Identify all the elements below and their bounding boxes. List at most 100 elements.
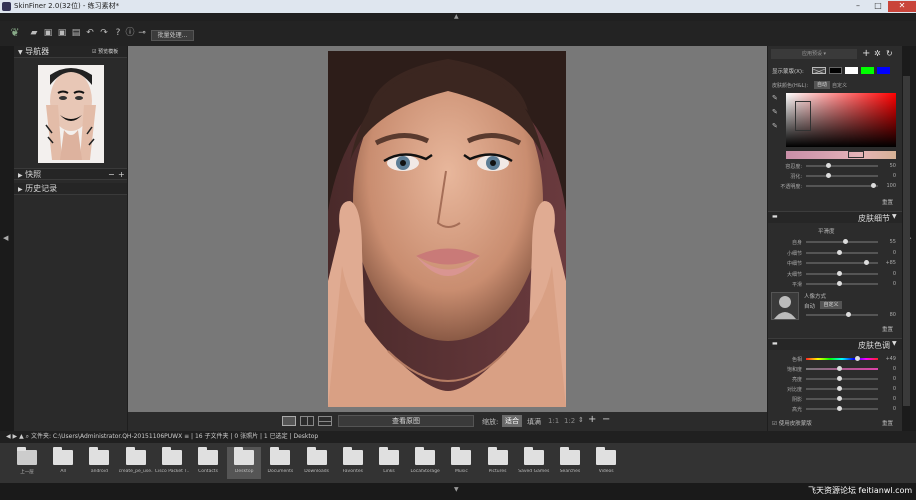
color-slider-track[interactable] xyxy=(806,173,878,178)
forward-icon[interactable]: ▶ xyxy=(13,433,18,440)
portrait-auto-button[interactable]: 自动 xyxy=(804,302,815,310)
mask-blue-swatch[interactable] xyxy=(877,67,890,74)
detail-slider-knob[interactable] xyxy=(836,270,842,276)
ratio-stepper-icon[interactable]: ⇕ xyxy=(578,416,584,424)
menu-icon[interactable]: ▬ xyxy=(772,213,778,220)
portrait-slider-track[interactable] xyxy=(806,312,878,317)
reset-detail-button[interactable]: 重置 xyxy=(882,325,893,333)
folder-up-item[interactable]: 上一层 xyxy=(10,447,44,479)
tone-slider-knob[interactable] xyxy=(836,376,842,381)
detail-slider-track[interactable] xyxy=(806,239,878,244)
zoom-1to1-button[interactable]: 1:1 xyxy=(548,417,559,425)
collapse-section-icon[interactable]: ▼ xyxy=(892,340,897,347)
info-icon[interactable]: ⓘ xyxy=(124,27,136,39)
save-as-icon[interactable]: ▣ xyxy=(56,27,68,39)
folder-item[interactable]: android xyxy=(82,447,116,479)
tone-slider-track[interactable] xyxy=(806,386,878,391)
eyedropper-remove-icon[interactable]: ✎ xyxy=(772,122,778,130)
export-icon[interactable]: ▤ xyxy=(70,27,82,39)
detail-slider-knob[interactable] xyxy=(836,249,842,255)
right-scrollbar[interactable] xyxy=(903,76,910,406)
image-canvas[interactable] xyxy=(128,46,767,412)
folder-item[interactable]: Links xyxy=(372,447,406,479)
path-value[interactable]: C:\Users\Administrator.QH-20151106PUWX ≡… xyxy=(53,433,318,440)
folder-item[interactable]: Contacts xyxy=(191,447,225,479)
tone-slider-track[interactable] xyxy=(806,406,878,411)
portrait-custom-button[interactable]: 自定义 xyxy=(820,301,842,309)
folder-item[interactable]: Videos xyxy=(589,447,623,479)
navigator-thumbnail[interactable] xyxy=(38,65,104,163)
undo-icon[interactable]: ↶ xyxy=(84,27,96,39)
batch-process-button[interactable]: 批量处理... xyxy=(151,30,194,41)
horizontal-split-button[interactable] xyxy=(318,416,332,426)
single-view-button[interactable] xyxy=(282,416,296,426)
add-preset-icon[interactable]: + xyxy=(862,48,870,59)
folder-item[interactable]: Saved Games xyxy=(517,447,551,479)
color-slider-knob[interactable] xyxy=(826,163,832,168)
color-slider-knob[interactable] xyxy=(870,183,876,188)
navigator-header[interactable]: ▼ 导航器 ☑ 预览模板 xyxy=(14,46,127,58)
color-slider-track[interactable] xyxy=(806,183,878,188)
zoom-ratio-select[interactable]: 1:2 xyxy=(564,417,575,425)
history-header[interactable]: ▶ 历史记录 xyxy=(14,183,127,195)
top-panel-toggle[interactable]: ▲ xyxy=(0,13,916,21)
tone-slider-knob[interactable] xyxy=(836,396,842,401)
eyedropper-add-icon[interactable]: ✎ xyxy=(772,108,778,116)
tone-slider-knob[interactable] xyxy=(836,386,842,391)
back-icon[interactable]: ◀ xyxy=(6,433,11,440)
portrait-preview[interactable] xyxy=(771,292,799,320)
color-slider-knob[interactable] xyxy=(826,173,832,178)
add-snapshot-icon[interactable]: + xyxy=(118,169,125,181)
mask-black-swatch[interactable] xyxy=(829,67,842,74)
reset-color-button[interactable]: 重置 xyxy=(882,198,893,206)
detail-slider-knob[interactable] xyxy=(863,260,869,265)
reset-tone-button[interactable]: 重置 xyxy=(882,419,893,427)
folder-item[interactable]: Downloads xyxy=(300,447,334,479)
mask-none-swatch[interactable] xyxy=(812,67,826,75)
portrait-photo[interactable] xyxy=(328,51,566,407)
folder-item[interactable]: Searches xyxy=(553,447,587,479)
skin-range-marker[interactable] xyxy=(848,151,864,158)
folder-item[interactable]: Documents xyxy=(263,447,297,479)
detail-slider-track[interactable] xyxy=(806,260,878,265)
redo-icon[interactable]: ↷ xyxy=(98,27,110,39)
tone-slider-track[interactable] xyxy=(806,366,878,371)
collapse-left-icon[interactable]: ◀ xyxy=(3,234,8,242)
tone-slider-track[interactable] xyxy=(806,356,878,361)
zoom-out-icon[interactable]: − xyxy=(602,414,610,425)
zoom-fill-button[interactable]: 填满 xyxy=(527,417,541,427)
folder-item[interactable]: Music xyxy=(444,447,478,479)
left-panel-toggle[interactable]: ◀ xyxy=(0,46,14,431)
tone-slider-track[interactable] xyxy=(806,396,878,401)
folder-item[interactable]: Favorites xyxy=(336,447,370,479)
tone-slider-knob[interactable] xyxy=(836,366,842,371)
folder-item[interactable]: Cisco Packet T... xyxy=(155,447,189,479)
detail-slider-knob[interactable] xyxy=(843,239,849,244)
right-panel-toggle[interactable]: ▶ xyxy=(902,46,916,431)
snapshot-header[interactable]: ▶ 快照 − + xyxy=(14,168,127,180)
tone-slider-knob[interactable] xyxy=(836,406,842,411)
zoom-fit-button[interactable]: 适合 xyxy=(502,415,522,427)
detail-slider-track[interactable] xyxy=(806,281,878,286)
settings-icon[interactable]: ✲ xyxy=(874,49,881,58)
collapse-section-icon[interactable]: ▼ xyxy=(892,213,897,220)
help-icon[interactable]: ? xyxy=(112,27,124,39)
tone-slider-track[interactable] xyxy=(806,376,878,381)
search-icon[interactable]: ⌕ xyxy=(26,433,29,440)
view-original-button[interactable]: 查看原图 xyxy=(338,415,474,427)
maximize-button[interactable]: □ xyxy=(868,1,888,12)
remove-snapshot-icon[interactable]: − xyxy=(108,169,115,181)
detail-slider-track[interactable] xyxy=(806,270,878,276)
color-slider-track[interactable] xyxy=(806,163,878,168)
use-skin-mask-checkbox[interactable]: ☑ 使用皮肤蒙版 xyxy=(772,419,812,427)
open-folder-icon[interactable]: ▰ xyxy=(28,27,40,39)
up-icon[interactable]: ▲ xyxy=(19,433,24,440)
folder-item[interactable]: Desktop xyxy=(227,447,262,479)
detail-slider-track[interactable] xyxy=(806,249,878,255)
folder-item[interactable]: create_pe_use... xyxy=(119,447,153,479)
skin-detail-header[interactable]: ▬ 皮肤细节 ▼ xyxy=(768,211,902,223)
save-icon[interactable]: ▣ xyxy=(42,27,54,39)
custom-color-button[interactable]: 自定义 xyxy=(832,82,847,89)
detail-slider-knob[interactable] xyxy=(836,281,842,286)
color-picker-field[interactable] xyxy=(786,93,896,147)
